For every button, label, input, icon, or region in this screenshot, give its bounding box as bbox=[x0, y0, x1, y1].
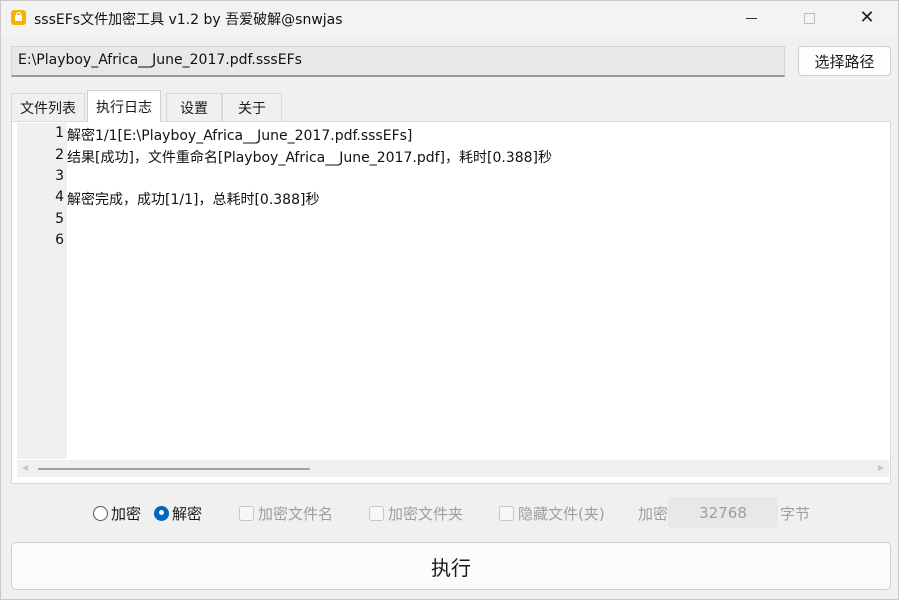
lock-app-icon bbox=[11, 10, 26, 25]
line-number-gutter: 1 2 3 4 5 6 bbox=[17, 123, 67, 459]
hidden-files-label: 隐藏文件(夹) bbox=[518, 504, 605, 523]
horizontal-scrollbar[interactable]: ◀ ▶ bbox=[17, 460, 889, 477]
close-button[interactable]: ✕ bbox=[838, 1, 896, 35]
app-window: sssEFs文件加密工具 v1.2 by 吾爱破解@snwjas ✕ E:\Pl… bbox=[0, 0, 899, 600]
encrypt-size-prefix: 加密 bbox=[638, 504, 669, 523]
scroll-right-icon[interactable]: ▶ bbox=[878, 463, 884, 472]
decrypt-radio-label: 解密 bbox=[172, 504, 203, 523]
path-input[interactable]: E:\Playboy_Africa__June_2017.pdf.sssEFs bbox=[11, 46, 785, 77]
minimize-icon bbox=[745, 17, 757, 19]
execute-button[interactable]: 执行 bbox=[11, 542, 891, 590]
checkbox-icon bbox=[499, 505, 514, 521]
title-bar: sssEFs文件加密工具 v1.2 by 吾爱破解@snwjas ✕ bbox=[1, 1, 898, 35]
line-number: 6 bbox=[55, 232, 64, 248]
decrypt-radio[interactable]: 解密 bbox=[154, 503, 202, 523]
scrollbar-thumb[interactable] bbox=[38, 468, 310, 470]
tab-settings[interactable]: 设置 bbox=[166, 93, 222, 121]
select-path-button[interactable]: 选择路径 bbox=[798, 46, 891, 76]
encrypt-radio-label: 加密 bbox=[111, 504, 142, 523]
scroll-left-icon[interactable]: ◀ bbox=[22, 463, 28, 472]
tab-about[interactable]: 关于 bbox=[222, 93, 282, 121]
line-number: 2 bbox=[55, 147, 64, 163]
tab-file-list[interactable]: 文件列表 bbox=[11, 93, 85, 121]
maximize-icon bbox=[803, 12, 815, 24]
encrypt-filename-checkbox[interactable]: 加密文件名 bbox=[239, 503, 333, 523]
line-number: 3 bbox=[55, 168, 64, 184]
radio-unchecked-icon bbox=[93, 505, 108, 521]
checkbox-icon bbox=[369, 505, 384, 521]
maximize-button[interactable] bbox=[780, 1, 838, 35]
log-line: 解密完成，成功[1/1]，总耗时[0.388]秒 bbox=[67, 192, 320, 208]
close-icon: ✕ bbox=[859, 7, 875, 28]
log-panel[interactable]: 1 2 3 4 5 6 解密1/1[E:\Playboy_Africa__Jun… bbox=[11, 121, 891, 484]
log-line: 结果[成功]，文件重命名[Playboy_Africa__June_2017.p… bbox=[67, 150, 552, 166]
encrypt-radio[interactable]: 加密 bbox=[93, 503, 141, 523]
log-line: 解密1/1[E:\Playboy_Africa__June_2017.pdf.s… bbox=[67, 128, 413, 144]
minimize-button[interactable] bbox=[722, 1, 780, 35]
encrypt-folder-checkbox[interactable]: 加密文件夹 bbox=[369, 503, 463, 523]
encrypt-size-unit: 字节 bbox=[780, 504, 811, 523]
window-title: sssEFs文件加密工具 v1.2 by 吾爱破解@snwjas bbox=[34, 12, 343, 28]
line-number: 5 bbox=[55, 211, 64, 227]
encrypt-folder-label: 加密文件夹 bbox=[388, 504, 464, 523]
line-number: 4 bbox=[55, 189, 64, 205]
hidden-files-checkbox[interactable]: 隐藏文件(夹) bbox=[499, 503, 605, 523]
radio-checked-icon bbox=[154, 505, 169, 521]
encrypt-filename-label: 加密文件名 bbox=[258, 504, 334, 523]
checkbox-icon bbox=[239, 505, 254, 521]
tab-execution-log[interactable]: 执行日志 bbox=[87, 90, 161, 122]
line-number: 1 bbox=[55, 125, 64, 141]
encrypt-size-input[interactable]: 32768 bbox=[668, 497, 778, 528]
